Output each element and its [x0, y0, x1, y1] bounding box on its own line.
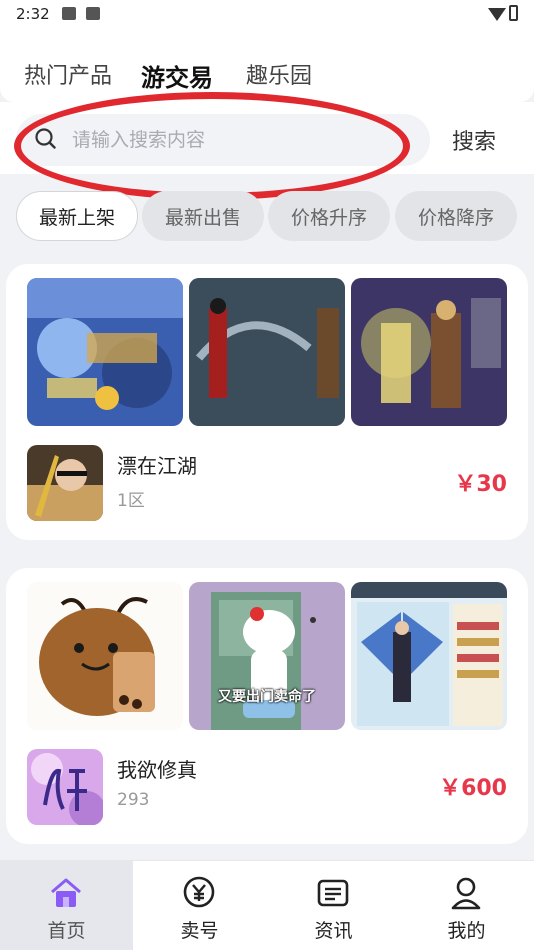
search-area: 搜索 [0, 102, 534, 174]
game-name: 漂在江湖 [117, 454, 197, 478]
yen-coin-icon [183, 876, 215, 908]
sort-price-desc[interactable]: 价格降序 [395, 191, 517, 241]
nav-home[interactable]: 首页 [0, 861, 133, 950]
price: ￥30 [454, 472, 507, 497]
search-box[interactable] [16, 114, 430, 166]
status-bar: 2:32 [0, 0, 534, 28]
meme-thumbnail[interactable]: 又要出门卖命了 [189, 582, 345, 730]
nav-profile-label: 我的 [447, 920, 486, 942]
nav-sell-account-label: 卖号 [180, 920, 219, 942]
nav-profile[interactable]: 我的 [400, 861, 533, 950]
screenshot-thumbnail[interactable] [351, 582, 507, 730]
status-time: 2:32 [16, 5, 50, 23]
listing-card[interactable]: 漂在江湖 1区 ￥30 [6, 264, 528, 540]
gallery-notification-icon [62, 7, 76, 20]
tab-game-trading[interactable]: 游交易 [141, 58, 213, 93]
tab-fun-park[interactable]: 趣乐园 [246, 58, 312, 90]
sort-price-asc[interactable]: 价格升序 [268, 191, 390, 241]
home-icon [51, 878, 81, 907]
screenshot-thumbnail[interactable] [27, 278, 183, 426]
search-icon [35, 128, 56, 149]
listing-card[interactable]: 又要出门卖命了 我欲修真 293 ￥600 [6, 568, 528, 844]
user-icon [451, 877, 481, 910]
screenshot-thumbnail[interactable] [351, 278, 507, 426]
top-tab-bar: 热门产品 游交易 趣乐园 [0, 28, 534, 102]
search-button[interactable]: 搜索 [452, 124, 496, 156]
screenshot-thumbnail[interactable] [27, 582, 183, 730]
game-server: 1区 [117, 491, 145, 511]
tab-hot-products[interactable]: 热门产品 [24, 58, 112, 90]
price: ￥600 [439, 776, 507, 801]
game-server: 293 [117, 790, 150, 810]
news-icon [317, 879, 349, 907]
sort-latest-listed[interactable]: 最新上架 [16, 191, 138, 241]
wifi-icon [488, 8, 506, 21]
screenshot-thumbnail[interactable] [189, 278, 345, 426]
nav-sell-account[interactable]: 卖号 [133, 861, 266, 950]
game-icon [27, 749, 103, 825]
sort-latest-sold[interactable]: 最新出售 [142, 191, 264, 241]
nav-news-label: 资讯 [314, 920, 353, 942]
sort-bar: 最新上架 最新出售 价格升序 价格降序 [0, 188, 534, 246]
search-input[interactable] [72, 122, 402, 158]
game-name: 我欲修真 [117, 758, 197, 782]
meme-caption: 又要出门卖命了 [218, 689, 316, 705]
nav-news[interactable]: 资讯 [267, 861, 400, 950]
battery-icon [509, 5, 518, 21]
game-icon [27, 445, 103, 521]
bottom-nav: 首页 卖号 资讯 我的 [0, 860, 534, 950]
app-notification-icon [86, 7, 100, 20]
nav-home-label: 首页 [47, 920, 86, 942]
